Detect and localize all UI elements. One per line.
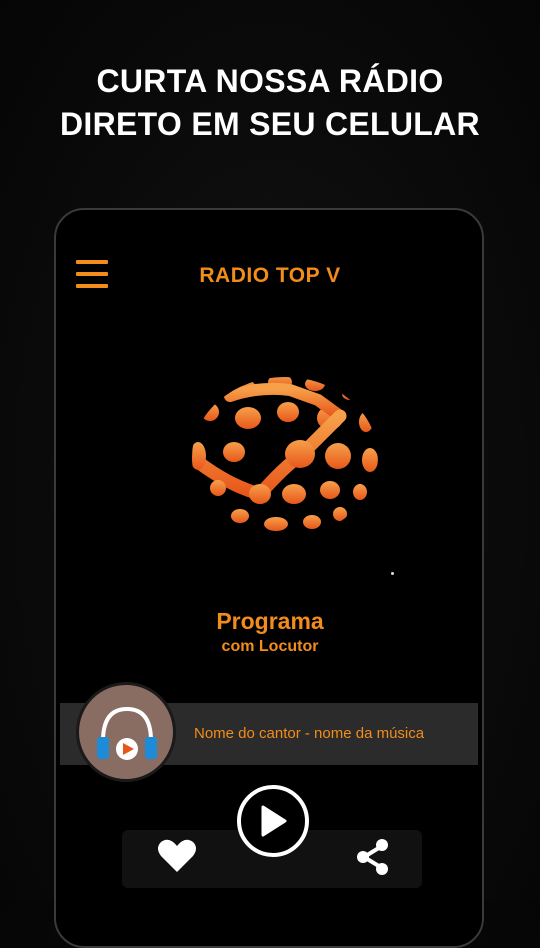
app-title: RADIO TOP V: [199, 264, 341, 287]
now-playing-text: Nome do cantor - nome da música: [194, 725, 425, 742]
program-title: Programa: [216, 608, 324, 634]
globe-dots-logo: [190, 376, 380, 538]
heart-icon[interactable]: [157, 838, 197, 874]
headphones-play-icon: [76, 682, 176, 782]
promo-line-2: DIRETO EM SEU CELULAR: [60, 106, 480, 142]
program-subtitle: com Locutor: [221, 638, 319, 655]
promo-line-1: CURTA NOSSA RÁDIO: [96, 63, 444, 99]
play-button[interactable]: [237, 785, 309, 857]
decorative-dot: [391, 572, 394, 575]
promo-headline: CURTA NOSSA RÁDIO DIRETO EM SEU CELULAR: [0, 60, 540, 146]
play-icon: [261, 805, 287, 837]
share-icon[interactable]: [355, 838, 391, 876]
hamburger-menu-icon[interactable]: [76, 260, 108, 288]
